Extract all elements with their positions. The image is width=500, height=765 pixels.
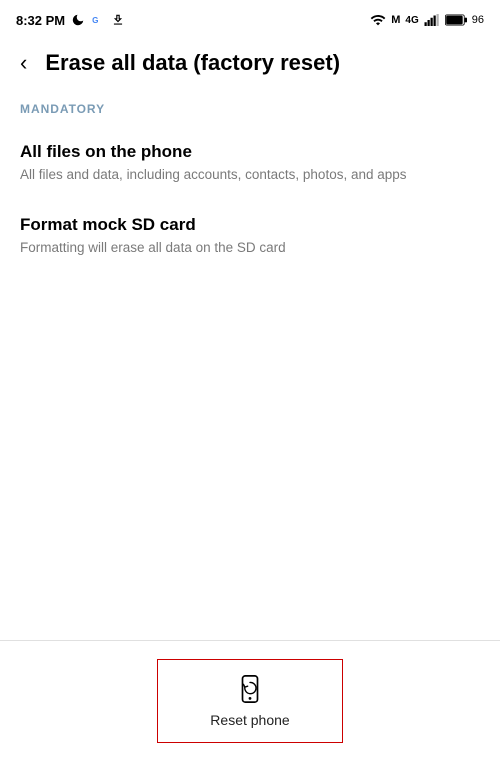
download-icon	[111, 13, 125, 27]
back-button[interactable]: ‹	[16, 46, 31, 80]
time-display: 8:32 PM	[16, 13, 65, 28]
carrier-icon: M	[391, 14, 400, 26]
svg-text:G: G	[92, 16, 98, 25]
reset-phone-icon	[235, 674, 265, 704]
moon-icon	[71, 13, 85, 27]
status-left: 8:32 PM G	[16, 13, 125, 28]
reset-phone-button[interactable]: Reset phone	[157, 659, 342, 743]
status-bar: 8:32 PM G M 4G	[0, 0, 500, 36]
reset-phone-label: Reset phone	[210, 712, 289, 728]
item-title-files: All files on the phone	[20, 142, 480, 162]
battery-icon	[445, 14, 467, 26]
list-item: Format mock SD card Formatting will eras…	[0, 201, 500, 274]
list-item: All files on the phone All files and dat…	[0, 128, 500, 201]
page-header: ‹ Erase all data (factory reset)	[0, 36, 500, 94]
content-area: MANDATORY All files on the phone All fil…	[0, 94, 500, 274]
page-title: Erase all data (factory reset)	[45, 50, 340, 76]
google-icon: G	[91, 13, 105, 27]
section-label: MANDATORY	[0, 102, 500, 128]
network-type: 4G	[405, 15, 418, 26]
status-right: M 4G 96	[370, 12, 484, 28]
wifi-icon	[370, 12, 386, 28]
item-desc-files: All files and data, including accounts, …	[20, 166, 480, 185]
item-desc-sdcard: Formatting will erase all data on the SD…	[20, 239, 480, 258]
item-title-sdcard: Format mock SD card	[20, 215, 480, 235]
battery-percent: 96	[472, 14, 484, 26]
bottom-action-area: Reset phone	[0, 640, 500, 765]
signal-icon	[424, 14, 440, 26]
